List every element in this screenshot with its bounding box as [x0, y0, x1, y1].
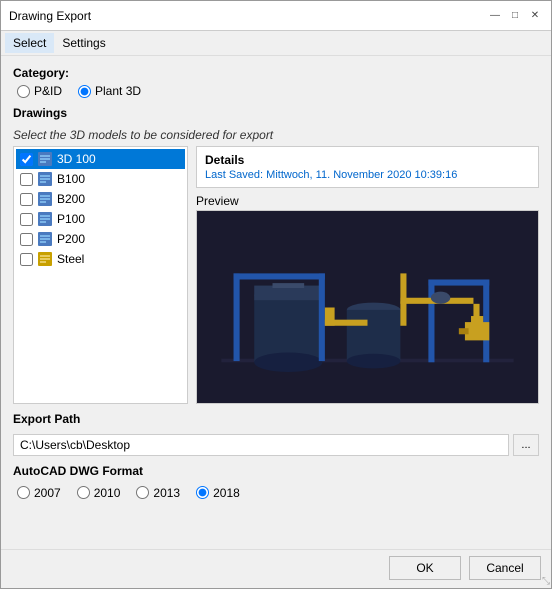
file-item-b200[interactable]: B200: [16, 189, 185, 209]
format-2018-radio[interactable]: [196, 486, 209, 499]
category-pid-option[interactable]: P&ID: [17, 84, 62, 98]
format-2013-radio[interactable]: [136, 486, 149, 499]
format-section: AutoCAD DWG Format 2007 2010 2013 2018: [13, 464, 539, 500]
file-checkbox-b200[interactable]: [20, 193, 33, 206]
resize-handle[interactable]: ⤡: [542, 576, 550, 587]
export-path-row: ...: [13, 434, 539, 456]
category-radio-group: P&ID Plant 3D: [17, 84, 539, 98]
menu-bar: Select Settings: [1, 31, 551, 56]
file-checkbox-b100[interactable]: [20, 173, 33, 186]
format-2010-option[interactable]: 2010: [77, 486, 121, 500]
title-controls: — □ ✕: [487, 8, 543, 24]
footer: OK Cancel: [1, 549, 551, 588]
maximize-button[interactable]: □: [507, 8, 523, 24]
format-radio-group: 2007 2010 2013 2018: [17, 486, 539, 500]
close-button[interactable]: ✕: [527, 8, 543, 24]
format-label: AutoCAD DWG Format: [13, 464, 539, 478]
file-icon-p100: [37, 211, 53, 227]
category-label: Category:: [13, 66, 539, 80]
format-2010-radio[interactable]: [77, 486, 90, 499]
file-icon-b100: [37, 171, 53, 187]
preview-section: Preview: [196, 194, 539, 404]
file-item-p200[interactable]: P200: [16, 229, 185, 249]
category-plant3d-option[interactable]: Plant 3D: [78, 84, 141, 98]
file-checkbox-p100[interactable]: [20, 213, 33, 226]
export-path-input[interactable]: [13, 434, 509, 456]
format-2018-label: 2018: [213, 486, 240, 500]
file-item-p100[interactable]: P100: [16, 209, 185, 229]
format-2013-label: 2013: [153, 486, 180, 500]
file-checkbox-3d100[interactable]: [20, 153, 33, 166]
details-box: Details Last Saved: Mittwoch, 11. Novemb…: [196, 146, 539, 188]
category-section: Category: P&ID Plant 3D: [13, 66, 539, 98]
title-bar: Drawing Export — □ ✕: [1, 1, 551, 31]
file-icon-3d100: [37, 151, 53, 167]
file-checkbox-steel[interactable]: [20, 253, 33, 266]
format-2007-option[interactable]: 2007: [17, 486, 61, 500]
file-icon-b200: [37, 191, 53, 207]
format-2007-radio[interactable]: [17, 486, 30, 499]
file-item-steel[interactable]: Steel: [16, 249, 185, 269]
format-2013-option[interactable]: 2013: [136, 486, 180, 500]
preview-label: Preview: [196, 194, 539, 208]
drawing-export-window: Drawing Export — □ ✕ Select Settings Cat…: [0, 0, 552, 589]
cancel-button[interactable]: Cancel: [469, 556, 541, 580]
drawings-instruction: Select the 3D models to be considered fo…: [13, 128, 539, 142]
details-title: Details: [205, 153, 530, 167]
drawings-section-label: Drawings: [13, 106, 539, 120]
preview-box: [196, 210, 539, 404]
category-plant3d-label: Plant 3D: [95, 84, 141, 98]
file-icon-steel: [37, 251, 53, 267]
format-2007-label: 2007: [34, 486, 61, 500]
file-item-b100[interactable]: B100: [16, 169, 185, 189]
format-2018-option[interactable]: 2018: [196, 486, 240, 500]
preview-image: [197, 211, 538, 403]
drawings-body: 3D 100 B100: [13, 146, 539, 404]
file-icon-p200: [37, 231, 53, 247]
window-title: Drawing Export: [9, 9, 91, 23]
browse-button[interactable]: ...: [513, 434, 539, 456]
details-last-saved: Last Saved: Mittwoch, 11. November 2020 …: [205, 169, 530, 181]
category-pid-radio[interactable]: [17, 85, 30, 98]
file-item-3d100[interactable]: 3D 100: [16, 149, 185, 169]
minimize-button[interactable]: —: [487, 8, 503, 24]
menu-settings[interactable]: Settings: [54, 33, 113, 53]
menu-select[interactable]: Select: [5, 33, 54, 53]
export-label: Export Path: [13, 412, 539, 426]
ok-button[interactable]: OK: [389, 556, 461, 580]
main-content: Category: P&ID Plant 3D Drawings Select …: [1, 56, 551, 549]
format-2010-label: 2010: [94, 486, 121, 500]
file-checkbox-p200[interactable]: [20, 233, 33, 246]
export-section: Export Path ...: [13, 412, 539, 456]
details-panel: Details Last Saved: Mittwoch, 11. Novemb…: [196, 146, 539, 404]
category-plant3d-radio[interactable]: [78, 85, 91, 98]
drawings-section: Drawings Select the 3D models to be cons…: [13, 106, 539, 404]
category-pid-label: P&ID: [34, 84, 62, 98]
file-list[interactable]: 3D 100 B100: [13, 146, 188, 404]
